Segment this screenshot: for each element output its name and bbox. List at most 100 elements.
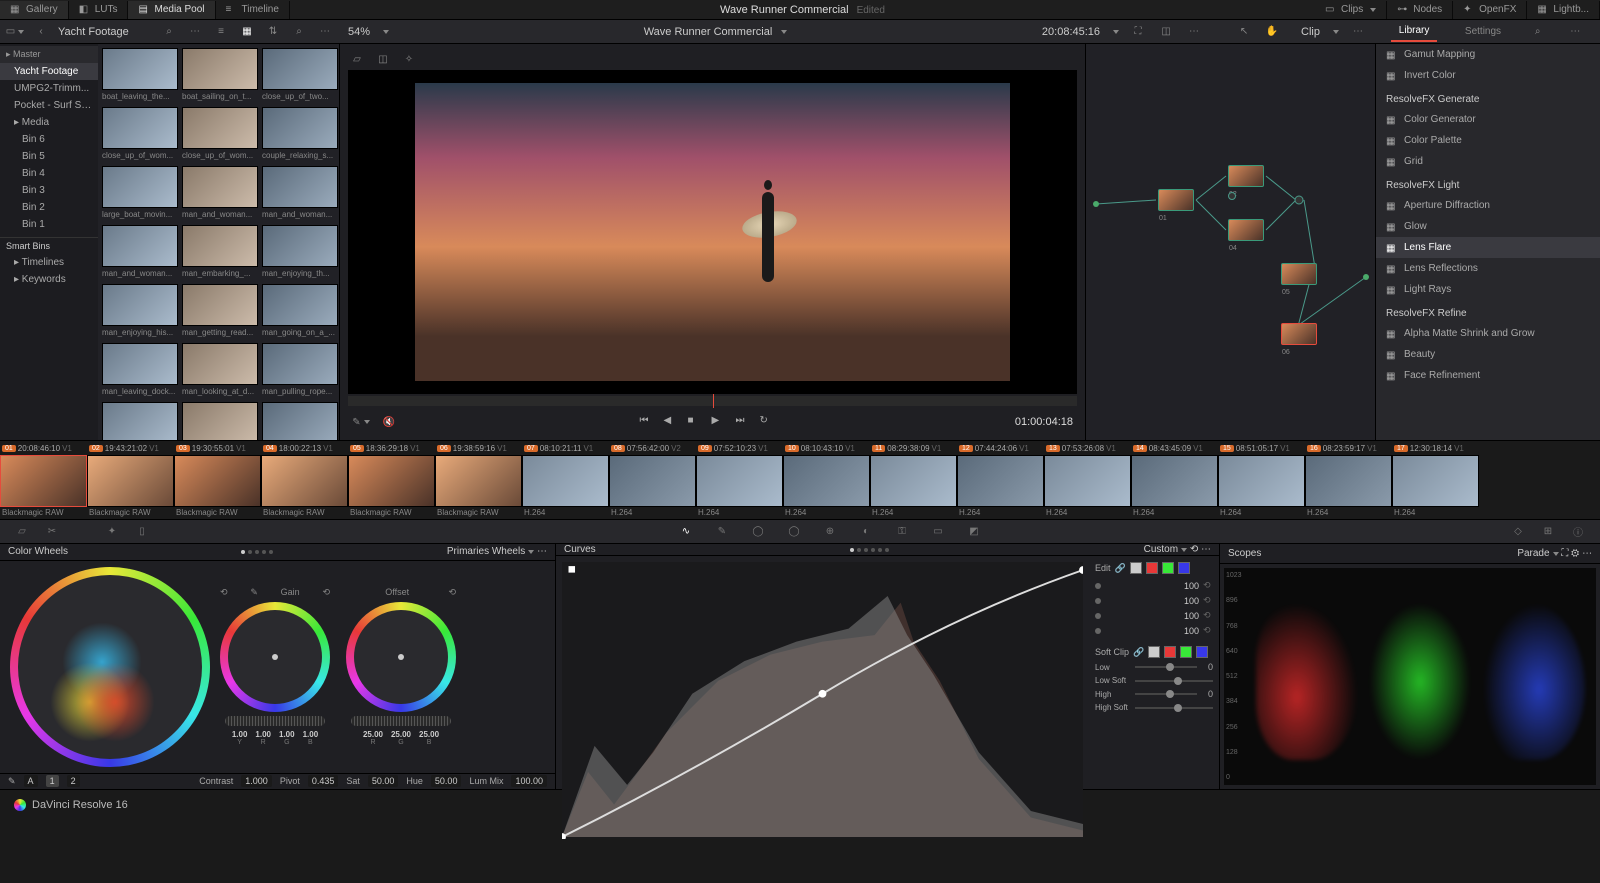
tl-clip-header[interactable]: 0619:38:59:16V1 [435,441,522,455]
tree-item[interactable]: Yacht Footage [0,63,98,80]
ch-b[interactable] [1178,562,1190,574]
intensity-slider[interactable]: 100⟲ [1095,595,1213,606]
expand-icon[interactable]: ⛶ [1129,23,1147,41]
tree-item[interactable]: Bin 3 [0,182,98,199]
clip-thumb[interactable]: boat_sailing_on_t... [182,48,258,105]
clip-thumb[interactable]: man_pulling_rope... [262,343,338,400]
gain-picker-icon[interactable]: ✎ [250,587,258,598]
split-icon[interactable]: ◫ [1157,23,1175,41]
curves-plot[interactable] [562,562,1083,839]
softclip-slider[interactable]: High Soft [1095,703,1213,712]
lightbox-tab[interactable]: ▦Lightb... [1527,1,1600,19]
clip-thumb[interactable]: man_steering_wh... [262,402,338,440]
fx-item[interactable]: ▦Alpha Matte Shrink and Grow [1376,323,1600,344]
more-icon[interactable]: ⋯ [316,23,334,41]
tl-clip-thumb[interactable] [87,455,174,507]
tl-clip-thumb[interactable] [348,455,435,507]
clip-thumb[interactable]: man_looking_at_d... [182,343,258,400]
timeline-name[interactable]: Wave Runner Commercial [644,26,773,38]
gain-wheel[interactable] [220,602,330,712]
tl-clip-thumb[interactable] [522,455,609,507]
tl-clip-header[interactable]: 0807:56:42:00V2 [609,441,696,455]
page-a[interactable]: A [24,775,38,787]
softclip-slider[interactable]: Low Soft [1095,676,1213,685]
sc-b[interactable] [1196,646,1208,658]
node-graph[interactable]: 01 02 04 05 06 [1085,44,1375,440]
sc-y[interactable] [1148,646,1160,658]
stop-icon[interactable]: ■ [687,415,701,429]
highlight-icon[interactable]: ✧ [400,50,418,68]
gain-values[interactable]: 1.00Y 1.00R 1.00G 1.00B [232,730,318,746]
timeline-tab[interactable]: ≡Timeline [216,1,290,19]
wheels-mode[interactable]: Primaries Wheels ⋯ [447,546,547,557]
step-back-icon[interactable]: ◀ [663,415,677,429]
clip-thumb[interactable]: man_going_on_a_... [262,284,338,341]
picker-icon[interactable]: ✎ [352,413,370,431]
tl-clip-thumb[interactable] [870,455,957,507]
curves-dots[interactable] [850,548,889,552]
tl-clip-thumb[interactable] [609,455,696,507]
tl-clip-header[interactable]: 0120:08:46:10V1 [0,441,87,455]
fx-item[interactable]: ▦Aperture Diffraction [1376,195,1600,216]
intensity-slider[interactable]: 100⟲ [1095,610,1213,621]
lib-opts-icon[interactable]: ⋯ [1566,23,1584,41]
waveform-icon[interactable]: ⊞ [1540,524,1556,540]
nodes-tab[interactable]: ⊶Nodes [1387,1,1453,19]
gallerywipe-icon[interactable]: ▱ [14,524,30,540]
sort-icon[interactable]: ⇅ [264,23,282,41]
back-icon[interactable]: ‹ [32,23,50,41]
tl-clip-header[interactable]: 1408:43:45:09V1 [1131,441,1218,455]
3d-icon[interactable]: ◩ [966,524,982,540]
contrast-field[interactable]: 1.000 [241,775,272,787]
node-05[interactable]: 05 [1281,263,1317,285]
window-icon[interactable]: ◯ [786,524,802,540]
node-06[interactable]: 06 [1281,323,1317,345]
tl-clip-header[interactable]: 0907:52:10:23V1 [696,441,783,455]
tl-clip-header[interactable]: 0418:00:22:13V1 [261,441,348,455]
intensity-slider[interactable]: 100⟲ [1095,580,1213,591]
scopes-mode[interactable]: Parade ⛶ ⚙ ⋯ [1517,548,1592,559]
info-icon[interactable]: ⓘ [1570,524,1586,540]
hand-icon[interactable]: ✋ [1263,23,1281,41]
tl-clip-thumb[interactable] [957,455,1044,507]
bin-options-icon[interactable]: ⋯ [186,23,204,41]
warper-icon[interactable]: ✎ [714,524,730,540]
fx-item[interactable]: ▦Grid [1376,151,1600,172]
mute-icon[interactable]: 🔇 [380,413,398,431]
pivot-field[interactable]: 0.435 [308,775,339,787]
tl-clip-header[interactable]: 0219:43:21:02V1 [87,441,174,455]
fx-item[interactable]: ▦Lens Flare [1376,237,1600,258]
clip-thumb[interactable]: boat_leaving_the... [102,48,178,105]
offset-reset-icon[interactable]: ⟲ [448,587,456,598]
intensity-slider[interactable]: 100⟲ [1095,625,1213,636]
mediapool-tab[interactable]: ▤Media Pool [128,1,215,19]
tl-clip-thumb[interactable] [0,455,87,507]
fx-item[interactable]: ▦Color Palette [1376,130,1600,151]
node-02[interactable]: 02 [1228,165,1264,187]
settings-tab[interactable]: Settings [1457,22,1509,41]
clip-thumb[interactable]: close_up_of_two... [262,48,338,105]
sizing-icon[interactable]: ▭ [930,524,946,540]
bin-view-icon[interactable]: ▭ [6,23,24,41]
tl-clip-thumb[interactable] [696,455,783,507]
tree-master[interactable]: ▸ Master [0,46,98,63]
tree-item[interactable]: Bin 2 [0,199,98,216]
sc-g[interactable] [1180,646,1192,658]
gain-jog[interactable] [225,716,325,726]
tree-item[interactable]: ▸ Media [0,114,98,131]
next-clip-icon[interactable]: ⏭ [735,415,749,429]
sc-r[interactable] [1164,646,1176,658]
stills-icon[interactable]: ✂ [44,524,60,540]
viewer-timecode[interactable]: 20:08:45:16 [1042,26,1100,38]
clip-thumb[interactable]: man_getting_read... [182,284,258,341]
clip-thumb[interactable]: man_enjoying_th... [262,225,338,282]
smartbin-item[interactable]: ▸ Timelines [0,254,98,271]
tree-item[interactable]: Bin 6 [0,131,98,148]
ch-y[interactable] [1130,562,1142,574]
softclip-slider[interactable]: High0 [1095,689,1213,699]
tree-item[interactable]: Bin 4 [0,165,98,182]
tl-clip-header[interactable]: 1608:23:59:17V1 [1305,441,1392,455]
openfx-tab[interactable]: ✦OpenFX [1453,1,1527,19]
wheels-dots[interactable] [241,550,273,554]
smartbin-item[interactable]: ▸ Keywords [0,271,98,288]
